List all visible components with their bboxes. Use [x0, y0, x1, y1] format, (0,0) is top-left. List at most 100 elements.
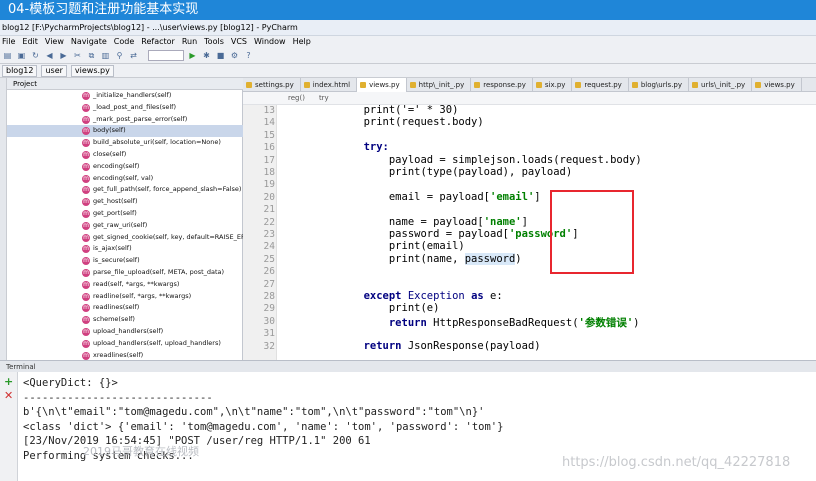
structure-item[interactable]: m get_signed_cookie(self, key, default=RA…	[7, 232, 243, 244]
structure-item[interactable]: m scheme(self)	[7, 314, 243, 326]
method-icon: m	[82, 221, 90, 230]
structure-item[interactable]: m get_raw_uri(self)	[7, 220, 243, 232]
structure-item[interactable]: m get_port(self)	[7, 208, 243, 220]
breadcrumb-item[interactable]: try	[319, 94, 329, 102]
open-folder-icon[interactable]: ▤	[2, 50, 13, 61]
line-number: 13	[263, 105, 275, 116]
structure-item[interactable]: m _initialize_handlers(self)	[7, 90, 243, 102]
structure-item[interactable]: m readlines(self)	[7, 302, 243, 314]
structure-item[interactable]: m body(self)	[7, 125, 243, 138]
structure-item-label: get_signed_cookie(self, key, default=RAI…	[93, 232, 243, 241]
replace-icon[interactable]: ⇄	[128, 50, 139, 61]
structure-item[interactable]: m read(self, *args, **kwargs)	[7, 279, 243, 291]
code-token: ]	[521, 215, 528, 228]
help-icon[interactable]: ?	[243, 50, 254, 61]
menu-item-edit[interactable]: Edit	[22, 36, 38, 48]
forward-icon[interactable]: ▶	[58, 50, 69, 61]
editor-tab[interactable]: views.py	[752, 78, 802, 92]
menu-item-view[interactable]: View	[45, 36, 64, 48]
menu-item-run[interactable]: Run	[182, 36, 197, 48]
editor-tab[interactable]: http\_init_.py	[407, 78, 472, 92]
structure-item[interactable]: m xreadlines(self)	[7, 350, 243, 360]
stop-icon[interactable]: ■	[215, 50, 226, 61]
menu-item-window[interactable]: Window	[254, 36, 286, 48]
code-line: except Exception as e:	[313, 290, 503, 302]
structure-item[interactable]: m encoding(self, val)	[7, 173, 243, 185]
structure-item-label: get_raw_uri(self)	[93, 220, 148, 229]
structure-item[interactable]: m _mark_post_parse_error(self)	[7, 114, 243, 126]
structure-item-label: parse_file_upload(self, META, post_data)	[93, 267, 225, 276]
code-line: print(request.body)	[313, 116, 484, 128]
editor-tab[interactable]: request.py	[572, 78, 629, 92]
line-number: 25	[263, 253, 275, 265]
editor-tab[interactable]: urls\_init_.py	[689, 78, 753, 92]
code-token: try:	[363, 141, 389, 154]
line-number: 17	[263, 154, 275, 166]
editor-tab[interactable]: settings.py	[243, 78, 301, 92]
refresh-icon[interactable]: ↻	[30, 50, 41, 61]
video-watermark: 2019马哥教育在线视频	[83, 445, 199, 458]
window-title-bar: blog12 [F:\PycharmProjects\blog12] - ...…	[0, 20, 816, 36]
add-terminal-icon[interactable]: +	[4, 375, 13, 388]
editor-tab[interactable]: six.py	[533, 78, 573, 92]
method-icon: m	[82, 198, 90, 207]
run-icon[interactable]: ▶	[187, 50, 198, 61]
nav-crumb[interactable]: blog12	[2, 64, 38, 77]
paste-icon[interactable]: ▥	[100, 50, 111, 61]
method-icon: m	[82, 103, 90, 112]
structure-item[interactable]: m upload_handlers(self, upload_handlers)	[7, 338, 243, 350]
terminal-line: <class 'dict'> {'email': 'tom@magedu.com…	[23, 420, 504, 433]
structure-item[interactable]: m is_secure(self)	[7, 255, 243, 267]
editor-tab[interactable]: index.html	[301, 78, 358, 92]
code-editor[interactable]: print('=' * 30) print(request.body) try:…	[277, 105, 816, 360]
menu-item-tools[interactable]: Tools	[204, 36, 224, 48]
menu-item-vcs[interactable]: VCS	[231, 36, 247, 48]
save-icon[interactable]: ▣	[16, 50, 27, 61]
structure-item[interactable]: m get_host(self)	[7, 196, 243, 208]
structure-item[interactable]: m parse_file_upload(self, META, post_data…	[7, 267, 243, 279]
editor-tab[interactable]: views.py	[357, 78, 407, 92]
annotation-highlight-box	[550, 190, 634, 274]
structure-item[interactable]: m is_ajax(self)	[7, 243, 243, 255]
run-configuration-select[interactable]	[148, 50, 184, 61]
code-token: 'email'	[490, 190, 535, 203]
copy-icon[interactable]: ⧉	[86, 50, 97, 61]
line-number: 27	[263, 278, 275, 290]
find-icon[interactable]: ⚲	[114, 50, 125, 61]
nav-crumb[interactable]: views.py	[70, 64, 114, 77]
line-number: 15	[263, 129, 275, 141]
structure-item[interactable]: m get_full_path(self, force_append_slash=…	[7, 184, 243, 196]
structure-item-label: _load_post_and_files(self)	[93, 102, 176, 111]
editor-tab[interactable]: response.py	[471, 78, 533, 92]
structure-item[interactable]: m readline(self, *args, **kwargs)	[7, 291, 243, 303]
terminal-header[interactable]: Terminal	[0, 360, 816, 372]
method-icon: m	[82, 150, 90, 159]
menu-item-navigate[interactable]: Navigate	[71, 36, 107, 48]
menu-item-file[interactable]: File	[2, 36, 15, 48]
code-line: payload = simplejson.loads(request.body)	[313, 154, 642, 166]
nav-crumb[interactable]: user	[41, 64, 67, 77]
code-token: print(name,	[313, 252, 465, 265]
structure-item[interactable]: m upload_handlers(self)	[7, 326, 243, 338]
code-line: name = payload['name']	[313, 216, 528, 228]
structure-item[interactable]: m encoding(self)	[7, 161, 243, 173]
left-tool-strip[interactable]	[0, 78, 7, 360]
breadcrumb-item[interactable]: reg()	[288, 94, 305, 102]
editor-tab[interactable]: blog\urls.py	[629, 78, 690, 92]
debug-icon[interactable]: ✱	[201, 50, 212, 61]
cut-icon[interactable]: ✂	[72, 50, 83, 61]
structure-item[interactable]: m close(self)	[7, 149, 243, 161]
code-token: '参数错误'	[578, 316, 634, 329]
menu-item-code[interactable]: Code	[114, 36, 134, 48]
close-terminal-icon[interactable]: ✕	[4, 389, 13, 402]
line-number: 18	[263, 167, 275, 178]
code-token: e:	[483, 290, 503, 302]
menu-item-refactor[interactable]: Refactor	[141, 36, 175, 48]
structure-item[interactable]: m _load_post_and_files(self)	[7, 102, 243, 114]
structure-item[interactable]: m build_absolute_uri(self, location=None)	[7, 137, 243, 149]
back-icon[interactable]: ◀	[44, 50, 55, 61]
project-panel-header[interactable]: Project	[7, 78, 243, 90]
settings-icon[interactable]: ⚙	[229, 50, 240, 61]
menu-item-help[interactable]: Help	[293, 36, 311, 48]
